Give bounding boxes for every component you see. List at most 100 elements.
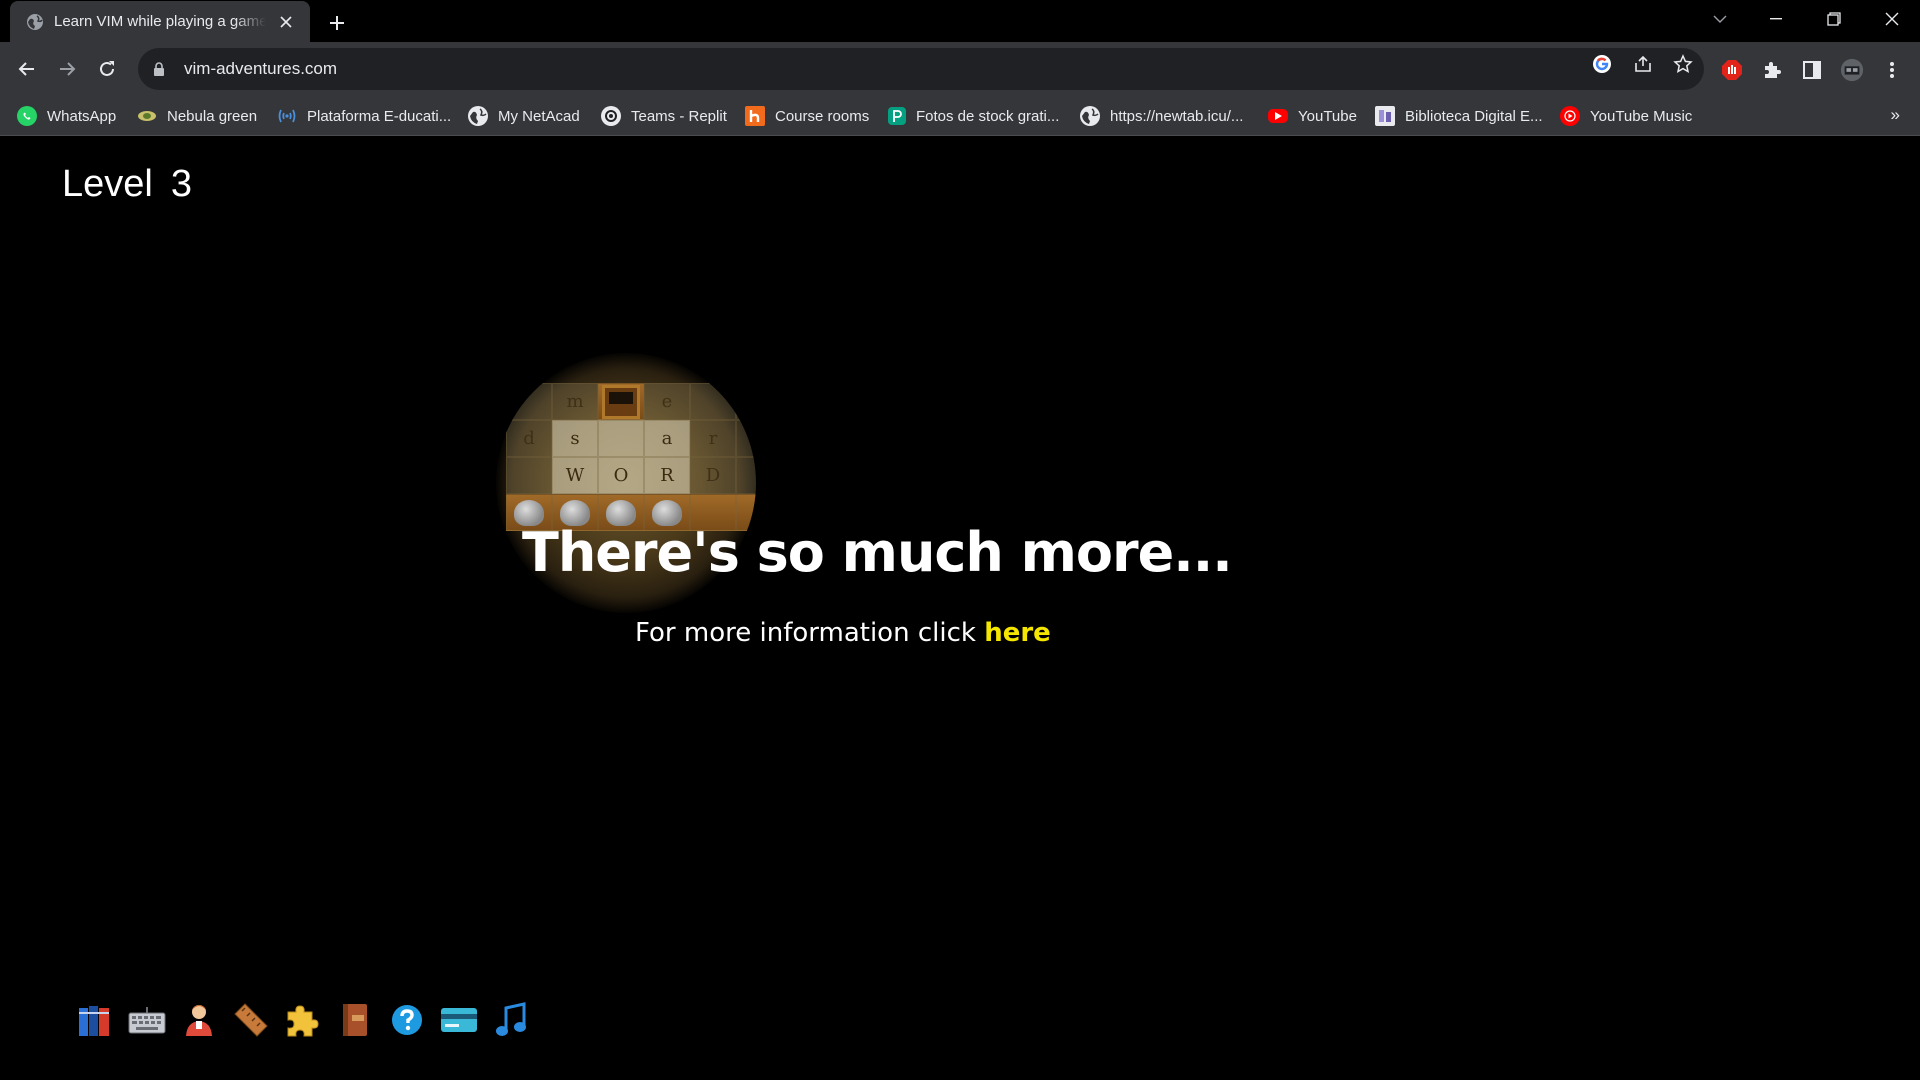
bookmarks-bar: WhatsApp Nebula green Plataforma E-ducat… [0, 96, 1920, 136]
close-tab-icon[interactable] [274, 10, 298, 34]
whatsapp-icon [17, 106, 37, 126]
address-bar[interactable]: vim-adventures.com [138, 48, 1704, 90]
bookmark-label: Course rooms [775, 107, 870, 125]
puzzle-icon[interactable] [284, 1001, 322, 1039]
bookmark-label: YouTube [1298, 107, 1357, 125]
bookmark-my-netacad[interactable]: My NetAcad [468, 105, 580, 127]
menu-icon[interactable] [1880, 58, 1904, 82]
grid-letter: O [613, 465, 629, 486]
card-icon[interactable] [440, 1001, 478, 1039]
more-bookmarks-icon[interactable]: » [1891, 105, 1900, 125]
google-icon[interactable] [1591, 53, 1613, 75]
grid-cell [506, 457, 552, 494]
grid-cell [690, 383, 736, 420]
bookmark-label: Teams - Replit [631, 107, 727, 125]
grid-cell: a [644, 420, 690, 457]
adblock-icon[interactable] [1720, 58, 1744, 82]
grid-letter: r [708, 428, 718, 449]
globe-icon [468, 106, 488, 126]
book-icon[interactable] [336, 1001, 374, 1039]
forward-button[interactable] [51, 53, 83, 85]
music-icon[interactable] [492, 1001, 530, 1039]
new-tab-button[interactable] [322, 8, 352, 38]
nebula-icon [137, 106, 157, 126]
bookmark-biblioteca[interactable]: Biblioteca Digital E... [1375, 105, 1543, 127]
grid-cell [736, 420, 756, 457]
grid-letter: e [661, 391, 673, 412]
info-text: For more information click here [635, 618, 1051, 648]
grid-cell: s [552, 420, 598, 457]
books-icon[interactable] [76, 1001, 114, 1039]
pexels-icon [888, 107, 906, 125]
bookmark-youtube-music[interactable]: YouTube Music [1560, 105, 1692, 127]
h-icon [745, 106, 765, 126]
tab-strip: Learn VIM while playing a game [0, 0, 1920, 42]
share-icon[interactable] [1632, 53, 1654, 75]
game-toolbar [76, 1001, 530, 1039]
bookmark-plataforma[interactable]: Plataforma E-ducati... [277, 105, 451, 127]
bookmark-label: Nebula green [167, 107, 258, 125]
minimize-icon[interactable] [1748, 0, 1804, 38]
restore-icon[interactable] [1806, 0, 1862, 38]
bookmark-course-rooms[interactable]: Course rooms [745, 105, 869, 127]
bookmark-youtube[interactable]: YouTube [1268, 105, 1357, 127]
help-icon[interactable] [388, 1001, 426, 1039]
browser-toolbar: vim-adventures.com [0, 42, 1920, 96]
grid-letter: m [566, 391, 584, 412]
bookmark-newtab[interactable]: https://newtab.icu/... [1080, 105, 1243, 127]
grid-cell: R [644, 457, 690, 494]
grid-cell: r [690, 420, 736, 457]
grid-letter: D [705, 465, 721, 486]
url-text: vim-adventures.com [184, 59, 338, 78]
lock-icon [154, 62, 164, 76]
bookmark-nebula-green[interactable]: Nebula green [137, 105, 257, 127]
signal-icon [277, 106, 297, 126]
ruler-icon[interactable] [232, 1001, 270, 1039]
grid-cell: m [552, 383, 598, 420]
level-indicator: Level 3 [62, 163, 192, 206]
here-link[interactable]: here [984, 618, 1051, 648]
grid-cell: W [552, 457, 598, 494]
side-panel-icon[interactable] [1800, 58, 1824, 82]
bookmark-label: YouTube Music [1590, 107, 1693, 125]
youtube-music-icon [1560, 106, 1580, 126]
profile-avatar-icon[interactable] [1840, 58, 1864, 82]
grid-cell [736, 383, 756, 420]
grid-letter: W [565, 465, 585, 486]
bookmark-label: WhatsApp [47, 107, 117, 125]
browser-tab[interactable]: Learn VIM while playing a game [10, 1, 310, 42]
globe-icon [27, 13, 43, 30]
level-number: 3 [170, 163, 192, 205]
bookmark-label: Biblioteca Digital E... [1405, 107, 1543, 125]
bookmark-teams-replit[interactable]: Teams - Replit [601, 105, 727, 127]
bookmark-label: https://newtab.icu/... [1110, 107, 1244, 125]
keyboard-icon[interactable] [128, 1001, 166, 1039]
bookmark-whatsapp[interactable]: WhatsApp [17, 105, 116, 127]
tab-search-icon[interactable] [1692, 0, 1748, 38]
game-page: Level 3 m e d s a r W O R D There's so much more..… [0, 137, 1920, 1080]
youtube-icon [1268, 109, 1288, 123]
info-label: For more information click [635, 618, 985, 648]
globe-icon [1080, 106, 1100, 126]
bookmark-fotos-stock[interactable]: Fotos de stock grati... [888, 105, 1059, 127]
grid-cell [506, 383, 552, 420]
tab-title: Learn VIM while playing a game [54, 13, 266, 30]
grid-letter: s [570, 428, 580, 449]
bookmark-label: Plataforma E-ducati... [307, 107, 452, 125]
letter-grid: m e d s a r W O R D [506, 383, 756, 531]
character-icon[interactable] [180, 1001, 218, 1039]
grid-letter: R [660, 465, 674, 486]
headline: There's so much more... [522, 521, 1233, 584]
close-window-icon[interactable] [1864, 0, 1920, 38]
bookmark-label: Fotos de stock grati... [916, 107, 1060, 125]
grid-cell: D [690, 457, 736, 494]
bookmark-star-icon[interactable] [1672, 53, 1694, 75]
back-button[interactable] [11, 53, 43, 85]
grid-cell [598, 383, 644, 420]
chest-icon [602, 384, 640, 419]
extensions-icon[interactable] [1760, 58, 1784, 82]
grid-letter: a [661, 428, 673, 449]
reload-button[interactable] [91, 53, 123, 85]
grid-cell: d [506, 420, 552, 457]
grid-cell [736, 457, 756, 494]
